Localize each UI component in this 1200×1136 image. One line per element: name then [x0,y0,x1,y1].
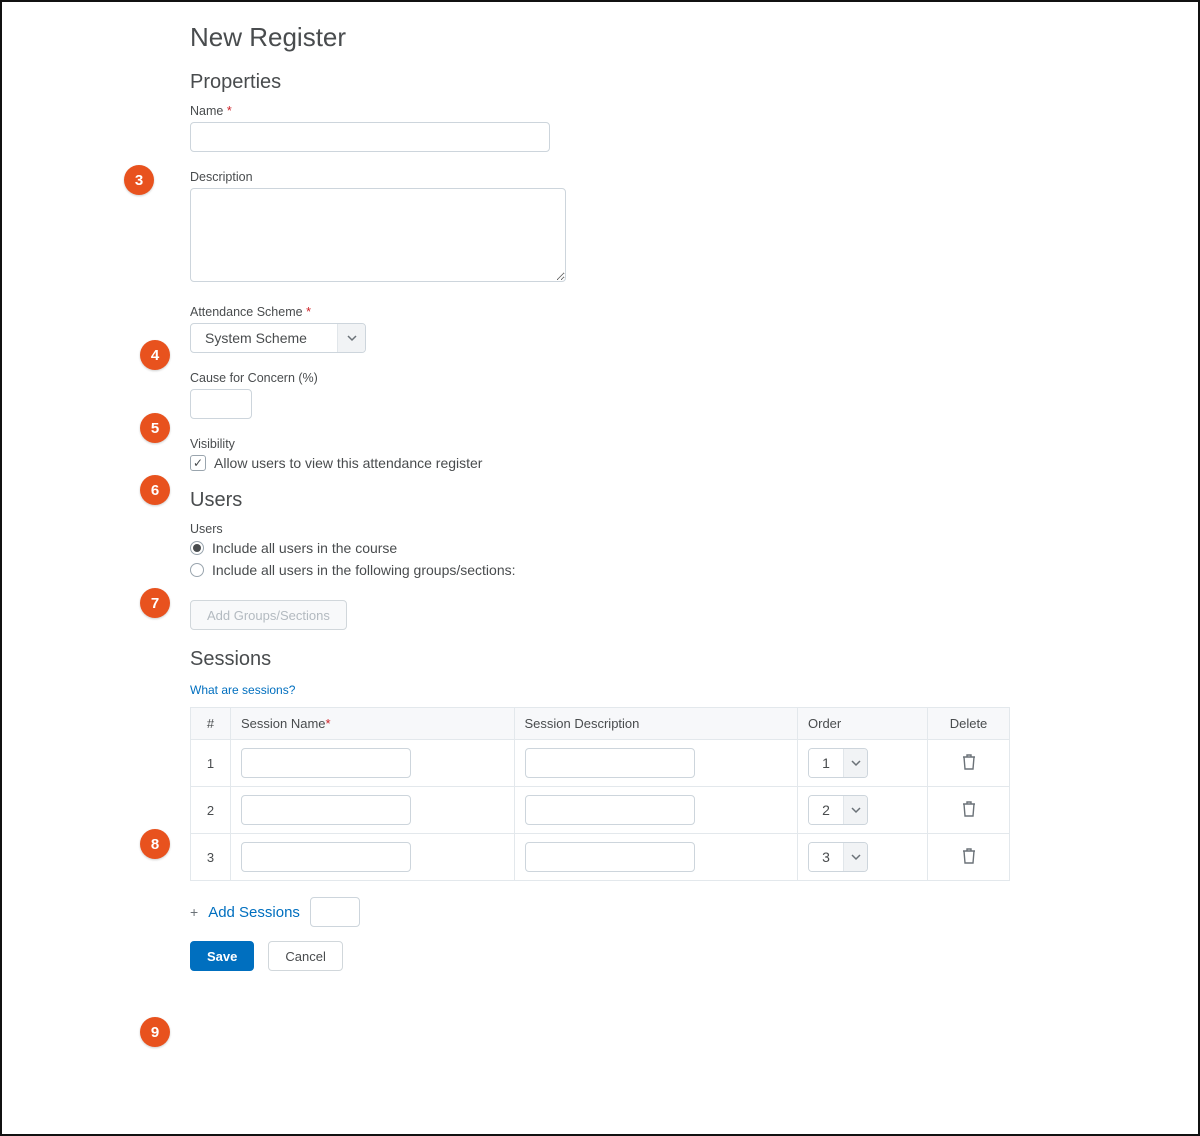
description-label: Description [190,170,1012,184]
session-order-select[interactable]: 2 [808,795,868,825]
properties-heading: Properties [190,71,1012,94]
users-sublabel: Users [190,522,1012,536]
col-num: # [191,708,231,740]
row-num: 3 [191,834,231,881]
users-radio-all[interactable] [190,541,204,555]
sessions-table: # Session Name* Session Description Orde… [190,707,1010,881]
session-desc-input[interactable] [525,795,695,825]
row-num: 2 [191,787,231,834]
step-badge-5: 5 [140,413,170,443]
col-name: Session Name* [231,708,515,740]
concern-label: Cause for Concern (%) [190,371,1012,385]
chevron-down-icon [337,324,365,352]
trash-icon[interactable] [962,758,976,773]
users-radio-groups-label: Include all users in the following group… [212,562,516,578]
visibility-label: Visibility [190,437,1012,451]
name-label: Name * [190,104,1012,118]
step-badge-4: 4 [140,340,170,370]
users-radio-groups[interactable] [190,563,204,577]
scheme-select[interactable]: System Scheme [190,323,366,353]
users-radio-all-label: Include all users in the course [212,540,397,556]
table-row: 1 1 [191,740,1010,787]
add-sessions-count-input[interactable] [310,897,360,927]
sessions-heading: Sessions [190,648,1012,671]
session-desc-input[interactable] [525,748,695,778]
scheme-label: Attendance Scheme * [190,305,1012,319]
session-name-input[interactable] [241,748,411,778]
page-title: New Register [190,22,1012,53]
add-sessions-link[interactable]: Add Sessions [208,904,300,921]
chevron-down-icon [843,843,867,871]
step-badge-9: 9 [140,1017,170,1047]
name-input[interactable] [190,122,550,152]
col-delete: Delete [928,708,1010,740]
step-badge-8: 8 [140,829,170,859]
description-textarea[interactable] [190,188,566,282]
col-desc: Session Description [514,708,798,740]
chevron-down-icon [843,749,867,777]
row-num: 1 [191,740,231,787]
step-badge-7: 7 [140,588,170,618]
col-order: Order [798,708,928,740]
cancel-button[interactable]: Cancel [268,941,342,971]
sessions-help-link[interactable]: What are sessions? [190,683,295,697]
session-order-select[interactable]: 3 [808,842,868,872]
scheme-select-value: System Scheme [191,324,337,352]
visibility-checkbox[interactable] [190,455,206,471]
trash-icon[interactable] [962,805,976,820]
chevron-down-icon [843,796,867,824]
plus-icon: + [190,904,198,920]
session-order-select[interactable]: 1 [808,748,868,778]
trash-icon[interactable] [962,852,976,867]
session-name-input[interactable] [241,842,411,872]
table-row: 2 2 [191,787,1010,834]
concern-input[interactable] [190,389,252,419]
step-badge-3: 3 [124,165,154,195]
session-name-input[interactable] [241,795,411,825]
session-desc-input[interactable] [525,842,695,872]
visibility-option-text: Allow users to view this attendance regi… [214,455,482,471]
table-row: 3 3 [191,834,1010,881]
add-groups-button[interactable]: Add Groups/Sections [190,600,347,630]
step-badge-6: 6 [140,475,170,505]
save-button[interactable]: Save [190,941,254,971]
users-heading: Users [190,489,1012,512]
